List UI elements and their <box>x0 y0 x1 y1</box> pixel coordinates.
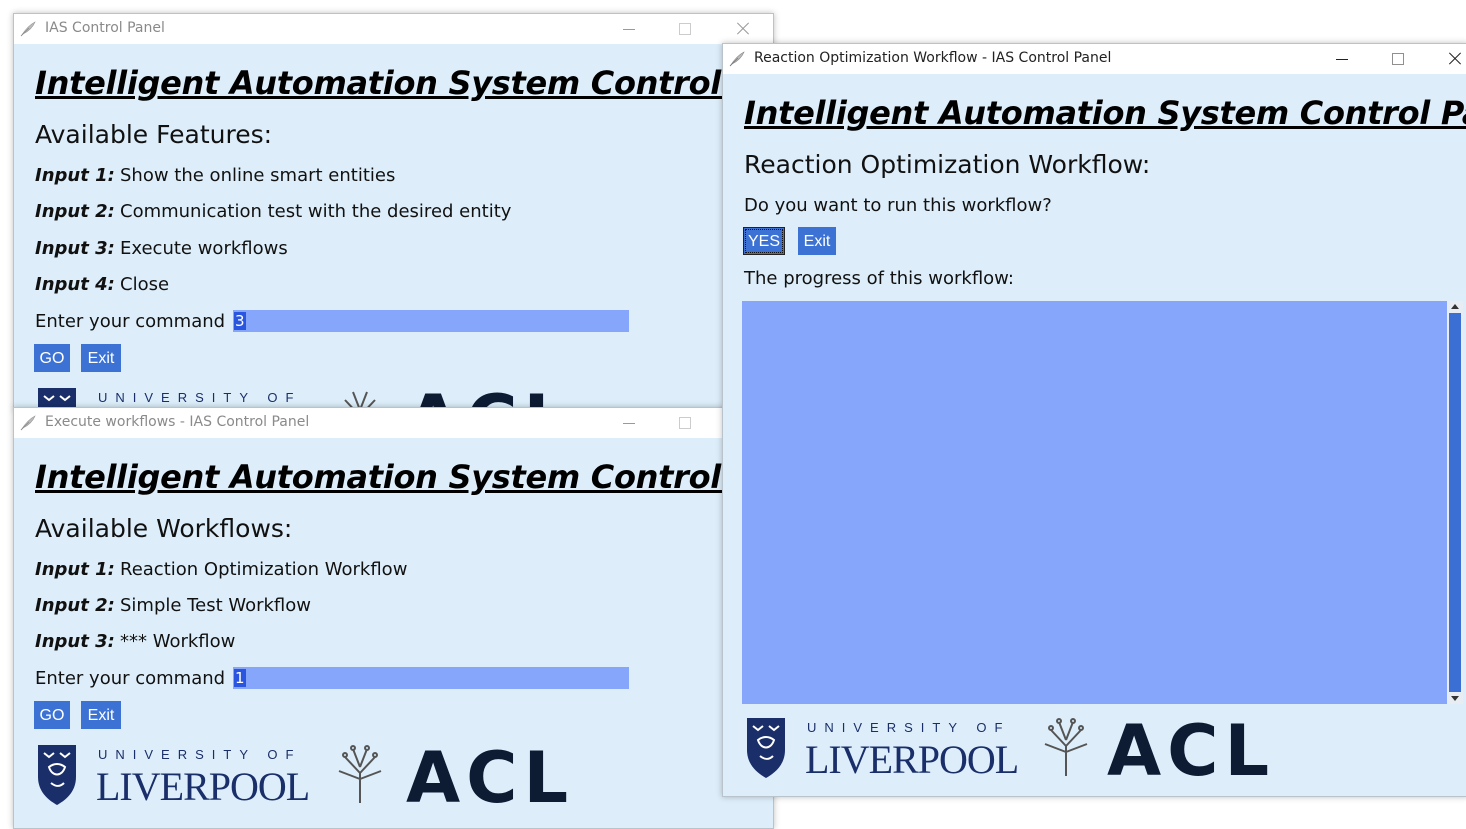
acl-tree-icon <box>338 745 382 803</box>
title-bar[interactable]: Reaction Optimization Workflow - IAS Con… <box>723 44 1466 74</box>
page-heading: Intelligent Automation System Control Pa… <box>35 458 774 496</box>
scroll-thumb[interactable] <box>1449 313 1461 692</box>
execute-workflows-window[interactable]: Execute workflows - IAS Control Panel In… <box>13 407 774 829</box>
feature-label: Input 2: <box>35 201 115 222</box>
workflow-text: *** Workflow <box>120 631 236 652</box>
go-button[interactable]: GO <box>34 701 70 729</box>
title-bar[interactable]: IAS Control Panel <box>14 14 773 44</box>
window-title: IAS Control Panel <box>45 20 165 36</box>
command-value: 1 <box>234 669 246 687</box>
reaction-optimization-window[interactable]: Reaction Optimization Workflow - IAS Con… <box>722 43 1466 797</box>
workflow-text: Simple Test Workflow <box>120 595 312 616</box>
feather-icon <box>20 21 36 37</box>
command-input[interactable]: 1 <box>233 667 629 689</box>
maximize-button[interactable] <box>1375 46 1421 72</box>
feather-icon <box>20 415 36 431</box>
command-label: Enter your command <box>35 311 226 332</box>
liverpool-text: LIVERPOOL <box>805 737 1019 782</box>
minimize-button[interactable] <box>606 410 652 436</box>
yes-button[interactable]: YES <box>743 227 785 255</box>
section-title: Reaction Optimization Workflow: <box>744 150 1151 179</box>
acl-logo-text: ACL <box>406 380 574 409</box>
feature-text: Close <box>120 274 170 295</box>
feature-text: Execute workflows <box>120 238 288 259</box>
logo-row: UNIVERSITY OF LIVERPOOL ACL <box>36 737 596 819</box>
workflow-text: Reaction Optimization Workflow <box>120 559 408 580</box>
acl-logo-text: ACL <box>406 737 575 819</box>
feature-text: Communication test with the desired enti… <box>120 201 512 222</box>
acl-logo-text: ACL <box>1107 710 1276 792</box>
liverpool-crest-icon <box>38 745 76 805</box>
liverpool-crest-icon <box>747 718 785 778</box>
workflow-label: Input 2: <box>35 595 115 616</box>
minimize-button[interactable] <box>606 16 652 42</box>
feather-icon <box>729 51 745 67</box>
workflow-label: Input 1: <box>35 559 115 580</box>
university-of-text: UNIVERSITY OF <box>807 720 1011 735</box>
ias-control-panel-window[interactable]: IAS Control Panel Intelligent Automation… <box>13 13 774 410</box>
minimize-button[interactable] <box>1319 46 1365 72</box>
exit-button[interactable]: Exit <box>81 701 121 729</box>
page-heading: Intelligent Automation System Control Pa… <box>744 94 1466 132</box>
progress-label: The progress of this workflow: <box>744 268 1014 289</box>
scroll-down-arrow-icon[interactable] <box>1447 692 1463 704</box>
command-input[interactable]: 3 <box>233 310 629 332</box>
page-heading: Intelligent Automation System Control Pa… <box>35 64 774 102</box>
command-label: Enter your command <box>35 668 226 689</box>
feature-text: Show the online smart entities <box>120 165 396 186</box>
progress-scrollbar[interactable] <box>1447 301 1463 704</box>
feature-label: Input 3: <box>35 238 115 259</box>
question-text: Do you want to run this workflow? <box>744 195 1052 216</box>
command-value: 3 <box>234 312 246 330</box>
close-button[interactable] <box>720 16 766 42</box>
maximize-button[interactable] <box>662 410 708 436</box>
section-title: Available Features: <box>35 120 273 149</box>
go-button[interactable]: GO <box>34 344 70 372</box>
exit-button[interactable]: Exit <box>81 344 121 372</box>
university-of-text: UNIVERSITY OF <box>98 390 302 405</box>
university-of-text: UNIVERSITY OF <box>98 747 302 762</box>
feature-label: Input 1: <box>35 165 115 186</box>
progress-text-area[interactable] <box>742 301 1447 704</box>
feature-label: Input 4: <box>35 274 115 295</box>
scroll-up-arrow-icon[interactable] <box>1447 301 1463 313</box>
window-title: Reaction Optimization Workflow - IAS Con… <box>754 50 1112 66</box>
title-bar[interactable]: Execute workflows - IAS Control Panel <box>14 408 773 438</box>
logo-row: UNIVERSITY OF LIVERPOOL ACL <box>745 710 1305 792</box>
exit-button[interactable]: Exit <box>798 227 836 255</box>
liverpool-text: LIVERPOOL <box>96 764 310 809</box>
workflow-label: Input 3: <box>35 631 115 652</box>
maximize-button[interactable] <box>662 16 708 42</box>
window-title: Execute workflows - IAS Control Panel <box>45 414 310 430</box>
acl-tree-icon <box>1044 718 1088 776</box>
section-title: Available Workflows: <box>35 514 293 543</box>
close-button[interactable] <box>1432 46 1466 72</box>
